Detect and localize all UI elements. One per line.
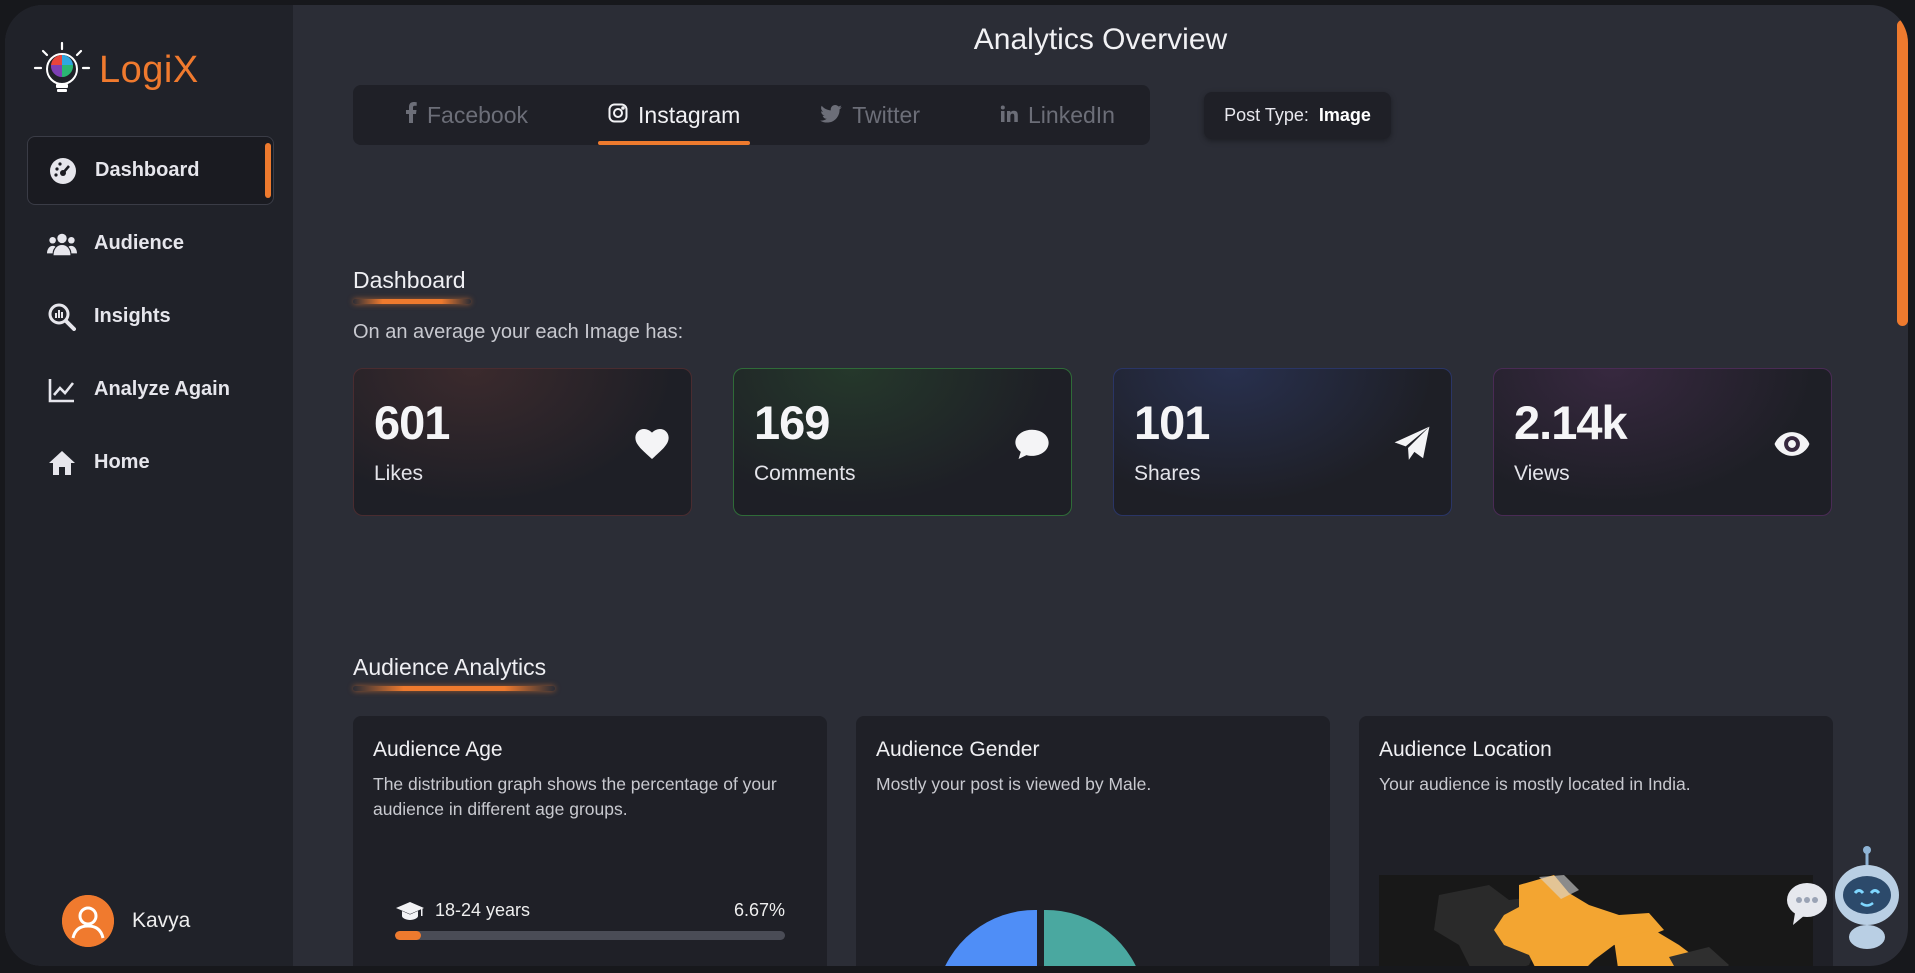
app-name: LogiX xyxy=(99,48,199,91)
comment-icon xyxy=(1015,429,1049,460)
avatar xyxy=(62,895,114,947)
tab-label: Facebook xyxy=(427,101,529,128)
tab-linkedin[interactable]: LinkedIn xyxy=(990,85,1125,145)
dashboard-subtitle: On an average your each Image has: xyxy=(353,321,684,343)
gender-pie-chart xyxy=(945,909,1136,966)
tab-instagram[interactable]: Instagram xyxy=(598,85,751,145)
sidebar-item-audience[interactable]: Audience xyxy=(27,209,274,278)
stat-value: 169 xyxy=(754,396,830,449)
post-type-label: Post Type: xyxy=(1224,105,1309,125)
sidebar-item-label: Insights xyxy=(94,305,171,327)
page-title: Analytics Overview xyxy=(973,23,1228,56)
instagram-icon xyxy=(608,102,628,129)
paper-plane-icon xyxy=(1394,426,1430,460)
audience-heading-underline xyxy=(353,686,555,691)
twitter-icon xyxy=(820,102,843,129)
card-title: Audience Location xyxy=(1379,738,1552,761)
card-description: The distribution graph shows the percent… xyxy=(373,774,777,819)
stat-value: 2.14k xyxy=(1514,396,1628,449)
dashboard-heading: Dashboard xyxy=(353,267,466,293)
graduation-cap-icon xyxy=(396,901,424,920)
tab-label: Instagram xyxy=(638,101,741,128)
pie-slice-male xyxy=(945,909,1037,966)
user-profile[interactable]: Kavya xyxy=(62,895,190,947)
sidebar-item-label: Analyze Again xyxy=(94,378,230,400)
sidebar-item-label: Audience xyxy=(94,232,185,254)
card-description: Mostly your post is viewed by Male. xyxy=(876,774,1152,794)
platform-tabs: Facebook Instagram Twitter LinkedIn xyxy=(353,85,1150,145)
linkedin-icon xyxy=(1000,102,1018,129)
tab-label: LinkedIn xyxy=(1028,101,1115,128)
tab-facebook[interactable]: Facebook xyxy=(395,85,538,145)
lightbulb-logo-icon xyxy=(33,41,91,92)
sidebar-nav: Dashboard Audience Insights Analyze Agai… xyxy=(27,136,274,501)
stat-card-likes: 601 Likes xyxy=(353,368,692,516)
magnify-chart-icon xyxy=(47,302,77,332)
app-window: LogiX Dashboard Audience Insights Analyz… xyxy=(5,5,1908,966)
audience-gender-card: Audience Gender Mostly your post is view… xyxy=(856,716,1330,966)
chatbot-assistant-icon[interactable] xyxy=(1785,845,1905,950)
card-description: Your audience is mostly located in India… xyxy=(1379,774,1691,794)
audience-location-card: Audience Location Your audience is mostl… xyxy=(1359,716,1833,966)
dashboard-heading-underline xyxy=(353,299,471,304)
dashboard-gauge-icon xyxy=(48,156,78,186)
sidebar-item-insights[interactable]: Insights xyxy=(27,282,274,351)
stat-label: Comments xyxy=(754,462,856,485)
age-group-percent: 6.67% xyxy=(733,900,785,920)
user-name: Kavya xyxy=(132,909,191,932)
stat-card-views: 2.14k Views xyxy=(1493,368,1832,516)
sidebar-item-dashboard[interactable]: Dashboard xyxy=(27,136,274,205)
india-map xyxy=(1434,875,1729,966)
audience-analytics-heading: Audience Analytics xyxy=(353,654,547,680)
audience-age-card: Audience Age The distribution graph show… xyxy=(353,716,827,966)
post-type-value: Image xyxy=(1318,105,1371,125)
tab-twitter[interactable]: Twitter xyxy=(810,85,930,145)
sidebar-item-analyze-again[interactable]: Analyze Again xyxy=(27,355,274,424)
age-group-row: 18-24 years 6.67% xyxy=(395,900,785,940)
users-icon xyxy=(47,229,77,259)
post-type-selector[interactable]: Post Type: Image xyxy=(1204,92,1391,139)
sidebar-item-label: Home xyxy=(94,451,150,473)
scrollbar-thumb[interactable] xyxy=(1897,20,1908,326)
stat-label: Likes xyxy=(374,462,424,485)
logo[interactable]: LogiX xyxy=(33,41,199,99)
facebook-icon xyxy=(405,101,417,129)
heart-icon xyxy=(635,428,669,460)
pie-slice-female xyxy=(1044,909,1136,966)
stat-value: 101 xyxy=(1134,396,1210,449)
stat-card-comments: 169 Comments xyxy=(733,368,1072,516)
home-icon xyxy=(47,448,77,478)
sidebar: LogiX Dashboard Audience Insights Analyz… xyxy=(5,5,293,966)
stat-card-shares: 101 Shares xyxy=(1113,368,1452,516)
age-progress-fill xyxy=(395,931,421,940)
user-avatar-icon xyxy=(62,895,114,947)
eye-icon xyxy=(1774,432,1810,456)
sidebar-item-label: Dashboard xyxy=(95,159,200,181)
age-group-label: 18-24 years xyxy=(435,900,531,920)
line-chart-icon xyxy=(47,375,77,405)
card-title: Audience Age xyxy=(373,738,503,761)
stat-label: Views xyxy=(1514,462,1570,485)
audience-location-map xyxy=(1379,875,1813,966)
tab-label: Twitter xyxy=(852,101,921,128)
age-progress-track xyxy=(395,931,785,940)
stat-label: Shares xyxy=(1134,462,1201,485)
stat-value: 601 xyxy=(374,396,450,449)
card-title: Audience Gender xyxy=(876,738,1040,761)
sidebar-item-home[interactable]: Home xyxy=(27,428,274,497)
